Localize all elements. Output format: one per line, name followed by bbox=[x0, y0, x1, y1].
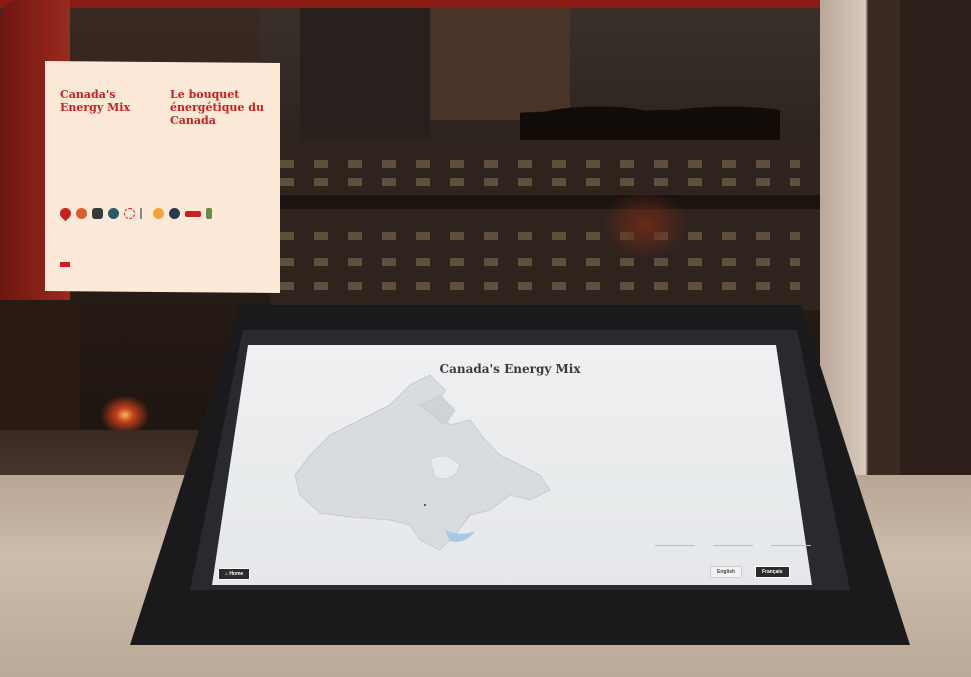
energy-icons-row bbox=[57, 205, 270, 222]
biomass-icon bbox=[206, 208, 212, 219]
legend-non-renewable[interactable] bbox=[713, 545, 753, 548]
lit-windows bbox=[280, 178, 800, 186]
lit-windows bbox=[280, 160, 800, 168]
museum-scene: Canada's Energy Mix Le bouquet énergétiq… bbox=[0, 0, 971, 677]
home-button[interactable]: ⌂ Home bbox=[218, 568, 251, 580]
oil-drop-icon bbox=[57, 205, 74, 222]
legend-moving-energy[interactable] bbox=[771, 545, 811, 548]
lamp-glow bbox=[100, 395, 150, 435]
panel-title-english: Canada's Energy Mix bbox=[60, 88, 131, 114]
tall-building bbox=[300, 0, 430, 160]
coal-icon bbox=[92, 208, 103, 219]
gas-flame-icon bbox=[76, 208, 87, 219]
lit-windows bbox=[280, 282, 800, 290]
canada-map[interactable] bbox=[270, 365, 560, 570]
sun-icon bbox=[153, 208, 164, 219]
booth-side-wall bbox=[900, 0, 971, 520]
lit-windows bbox=[280, 232, 800, 240]
nuclear-icon bbox=[124, 208, 135, 219]
lit-windows bbox=[280, 258, 800, 266]
globe-icon bbox=[108, 208, 119, 219]
french-button[interactable]: Français bbox=[755, 566, 790, 578]
location-marker[interactable] bbox=[424, 504, 426, 506]
english-button[interactable]: English bbox=[710, 566, 743, 578]
canada-landmass[interactable] bbox=[294, 374, 551, 551]
maple-leaf-icon bbox=[185, 210, 201, 217]
energy-legend bbox=[655, 545, 811, 548]
hydro-icon bbox=[169, 208, 180, 219]
red-light-glow bbox=[600, 190, 690, 260]
overpass-bridge bbox=[270, 195, 830, 209]
legend-renewable[interactable] bbox=[655, 545, 695, 548]
panel-title-french: Le bouquet énergétique du Canada bbox=[170, 88, 264, 127]
panel-footer-logo bbox=[60, 262, 270, 268]
wind-turbine-icon bbox=[140, 208, 148, 219]
